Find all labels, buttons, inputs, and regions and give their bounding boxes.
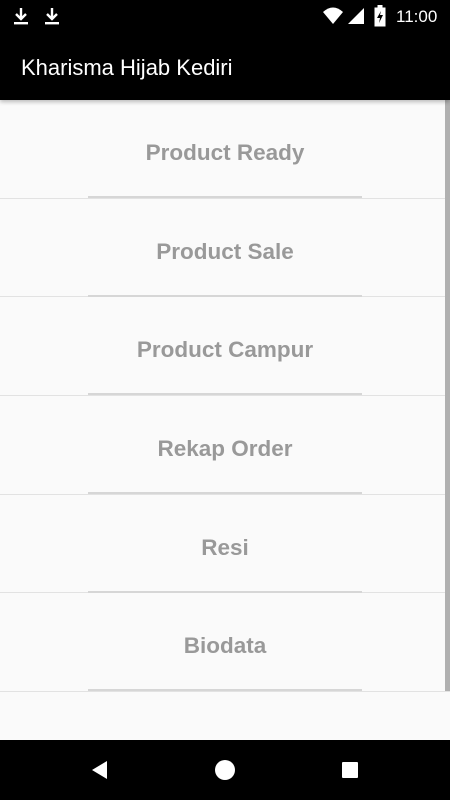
app-title: Kharisma Hijab Kediri [21,55,233,80]
menu-item-label: Rekap Order [157,436,293,462]
item-underline [88,689,362,692]
wifi-icon [323,7,343,24]
menu-item-product-ready[interactable]: Product Ready [0,100,450,199]
home-icon[interactable] [213,758,237,782]
signal-icon [348,8,364,24]
navigation-bar [0,740,450,800]
menu-item-label: Biodata [183,633,267,659]
back-icon[interactable] [88,758,112,782]
item-underline [88,294,362,297]
scrollbar[interactable] [445,100,450,691]
battery-charging-icon [374,5,386,27]
item-underline [88,196,362,198]
item-underline [88,590,362,593]
status-bar: 11:00 [0,0,450,33]
app-bar: Kharisma Hijab Kediri [0,33,450,100]
menu-item-rekap-order[interactable]: Rekap Order [0,396,450,495]
menu-item-product-campur[interactable]: Product Campur [0,297,450,397]
menu-item-biodata[interactable]: Biodata [0,593,450,693]
menu-item-label: Product Campur [136,337,314,363]
menu-item-partial[interactable] [0,692,450,740]
menu-list[interactable]: Product Ready Product Sale Product Campu… [0,100,450,740]
menu-item-label: Resi [201,534,249,560]
menu-item-label: Product Ready [145,140,305,165]
menu-item-product-sale[interactable]: Product Sale [0,199,450,298]
download-icon [14,8,28,25]
download-icon [45,8,59,25]
menu-item-label: Product Sale [156,238,294,264]
item-underline [88,393,362,396]
item-underline [88,492,362,495]
status-time: 11:00 [396,7,438,26]
menu-item-resi[interactable]: Resi [0,495,450,594]
recents-icon[interactable] [338,758,362,782]
app-screen: 11:00 Kharisma Hijab Kediri Product Read… [0,0,450,800]
